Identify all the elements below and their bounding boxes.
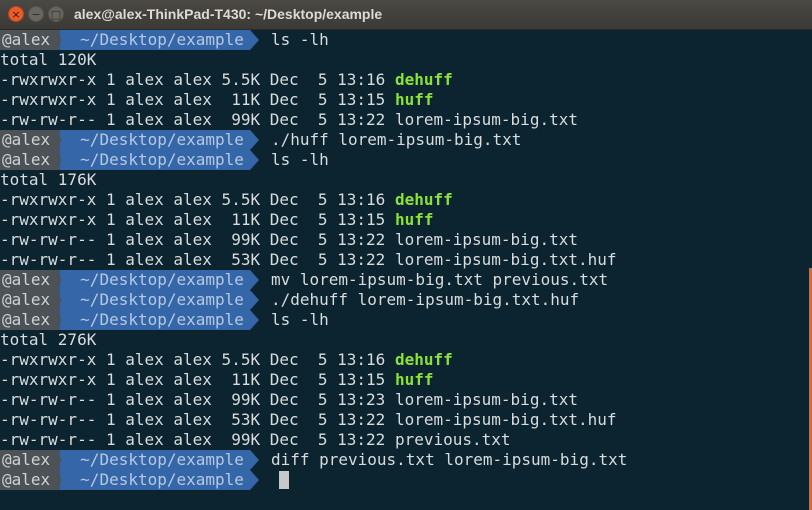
prompt-line: @alex ~/Desktop/example ls -lh xyxy=(0,30,806,50)
command-text: diff previous.txt lorem-ipsum-big.txt xyxy=(270,450,628,469)
window-title: alex@alex-ThinkPad-T430: ~/Desktop/examp… xyxy=(74,6,383,22)
file-entry: -rwxrwxr-x 1 alex alex 5.5K Dec 5 13:16 … xyxy=(0,350,806,370)
file-meta: -rwxrwxr-x 1 alex alex 5.5K Dec 5 13:16 xyxy=(0,190,395,209)
prompt-path: ~/Desktop/example xyxy=(60,290,259,310)
command-text: ls -lh xyxy=(270,30,329,49)
file-name: dehuff xyxy=(394,350,453,369)
close-icon: × xyxy=(11,7,21,21)
file-entry: -rw-rw-r-- 1 alex alex 99K Dec 5 13:22 l… xyxy=(0,230,806,250)
file-meta: -rwxrwxr-x 1 alex alex 11K Dec 5 13:15 xyxy=(0,90,395,109)
file-name: lorem-ipsum-big.txt xyxy=(394,390,578,409)
total-line: total 276K xyxy=(0,330,97,349)
file-name: huff xyxy=(394,370,434,389)
prompt-user: @alex xyxy=(0,150,63,170)
file-name: dehuff xyxy=(394,70,453,89)
file-entry: -rwxrwxr-x 1 alex alex 11K Dec 5 13:15 h… xyxy=(0,90,806,110)
prompt-user: @alex xyxy=(0,130,63,150)
close-button[interactable]: × xyxy=(8,6,24,22)
prompt-line: @alex ~/Desktop/example ls -lh xyxy=(0,150,806,170)
prompt-user: @alex xyxy=(0,310,63,330)
file-meta: -rwxrwxr-x 1 alex alex 11K Dec 5 13:15 xyxy=(0,210,395,229)
terminal-output[interactable]: @alex ~/Desktop/example ls -lh total 120K … xyxy=(0,30,806,510)
prompt-user: @alex xyxy=(0,30,63,50)
prompt-path: ~/Desktop/example xyxy=(60,450,259,470)
prompt-line: @alex ~/Desktop/example ./dehuff lorem-ips… xyxy=(0,290,806,310)
file-meta: -rwxrwxr-x 1 alex alex 5.5K Dec 5 13:16 xyxy=(0,350,395,369)
command-text: mv lorem-ipsum-big.txt previous.txt xyxy=(270,270,609,289)
minimize-icon: − xyxy=(31,7,41,21)
total-line: total 120K xyxy=(0,50,97,69)
file-meta: -rw-rw-r-- 1 alex alex 99K Dec 5 13:22 xyxy=(0,230,395,249)
prompt-line: @alex ~/Desktop/example ls -lh xyxy=(0,310,806,330)
prompt-line: @alex ~/Desktop/example mv lorem-ipsum-big… xyxy=(0,270,806,290)
terminal-window: × − □ alex@alex-ThinkPad-T430: ~/Desktop… xyxy=(0,0,812,510)
prompt-path: ~/Desktop/example xyxy=(60,130,259,150)
text-cursor xyxy=(278,471,289,489)
file-name: previous.txt xyxy=(394,430,511,449)
prompt-line: @alex ~/Desktop/example diff previous.txt … xyxy=(0,450,806,470)
maximize-icon: □ xyxy=(50,7,62,21)
file-name: lorem-ipsum-big.txt xyxy=(394,230,578,249)
command-text: ./dehuff lorem-ipsum-big.txt.huf xyxy=(270,290,580,309)
prompt-line: @alex ~/Desktop/example ./huff lorem-ipsum… xyxy=(0,130,806,150)
prompt-user: @alex xyxy=(0,290,63,310)
file-entry: -rwxrwxr-x 1 alex alex 5.5K Dec 5 13:16 … xyxy=(0,70,806,90)
file-entry: -rw-rw-r-- 1 alex alex 53K Dec 5 13:22 l… xyxy=(0,250,806,270)
prompt-path: ~/Desktop/example xyxy=(60,30,259,50)
file-name: huff xyxy=(394,210,434,229)
file-name: lorem-ipsum-big.txt.huf xyxy=(394,250,617,269)
file-meta: -rw-rw-r-- 1 alex alex 99K Dec 5 13:23 xyxy=(0,390,395,409)
command-text: ls -lh xyxy=(270,310,329,329)
file-entry: -rwxrwxr-x 1 alex alex 5.5K Dec 5 13:16 … xyxy=(0,190,806,210)
file-name: lorem-ipsum-big.txt xyxy=(394,110,578,129)
file-entry: -rwxrwxr-x 1 alex alex 11K Dec 5 13:15 h… xyxy=(0,210,806,230)
file-name: dehuff xyxy=(394,190,453,209)
file-entry: -rw-rw-r-- 1 alex alex 99K Dec 5 13:23 l… xyxy=(0,390,806,410)
prompt-path: ~/Desktop/example xyxy=(60,470,259,490)
file-meta: -rw-rw-r-- 1 alex alex 53K Dec 5 13:22 xyxy=(0,250,395,269)
maximize-button[interactable]: □ xyxy=(48,6,64,22)
file-name: huff xyxy=(394,90,434,109)
command-text: ls -lh xyxy=(270,150,329,169)
prompt-line-active[interactable]: @alex ~/Desktop/example xyxy=(0,470,806,490)
prompt-user: @alex xyxy=(0,450,63,470)
minimize-button[interactable]: − xyxy=(28,6,44,22)
prompt-path: ~/Desktop/example xyxy=(60,150,259,170)
title-bar[interactable]: × − □ alex@alex-ThinkPad-T430: ~/Desktop… xyxy=(0,0,812,30)
file-meta: -rwxrwxr-x 1 alex alex 11K Dec 5 13:15 xyxy=(0,370,395,389)
prompt-path: ~/Desktop/example xyxy=(60,270,259,290)
file-meta: -rw-rw-r-- 1 alex alex 53K Dec 5 13:22 xyxy=(0,410,395,429)
file-entry: -rw-rw-r-- 1 alex alex 99K Dec 5 13:22 l… xyxy=(0,110,806,130)
prompt-path: ~/Desktop/example xyxy=(60,310,259,330)
file-entry: -rwxrwxr-x 1 alex alex 11K Dec 5 13:15 h… xyxy=(0,370,806,390)
file-meta: -rwxrwxr-x 1 alex alex 5.5K Dec 5 13:16 xyxy=(0,70,395,89)
file-name: lorem-ipsum-big.txt.huf xyxy=(394,410,617,429)
file-entry: -rw-rw-r-- 1 alex alex 99K Dec 5 13:22 p… xyxy=(0,430,806,450)
command-text: ./huff lorem-ipsum-big.txt xyxy=(270,130,522,149)
file-meta: -rw-rw-r-- 1 alex alex 99K Dec 5 13:22 xyxy=(0,430,395,449)
prompt-user: @alex xyxy=(0,470,63,490)
file-meta: -rw-rw-r-- 1 alex alex 99K Dec 5 13:22 xyxy=(0,110,395,129)
prompt-user: @alex xyxy=(0,270,63,290)
total-line: total 176K xyxy=(0,170,97,189)
file-entry: -rw-rw-r-- 1 alex alex 53K Dec 5 13:22 l… xyxy=(0,410,806,430)
